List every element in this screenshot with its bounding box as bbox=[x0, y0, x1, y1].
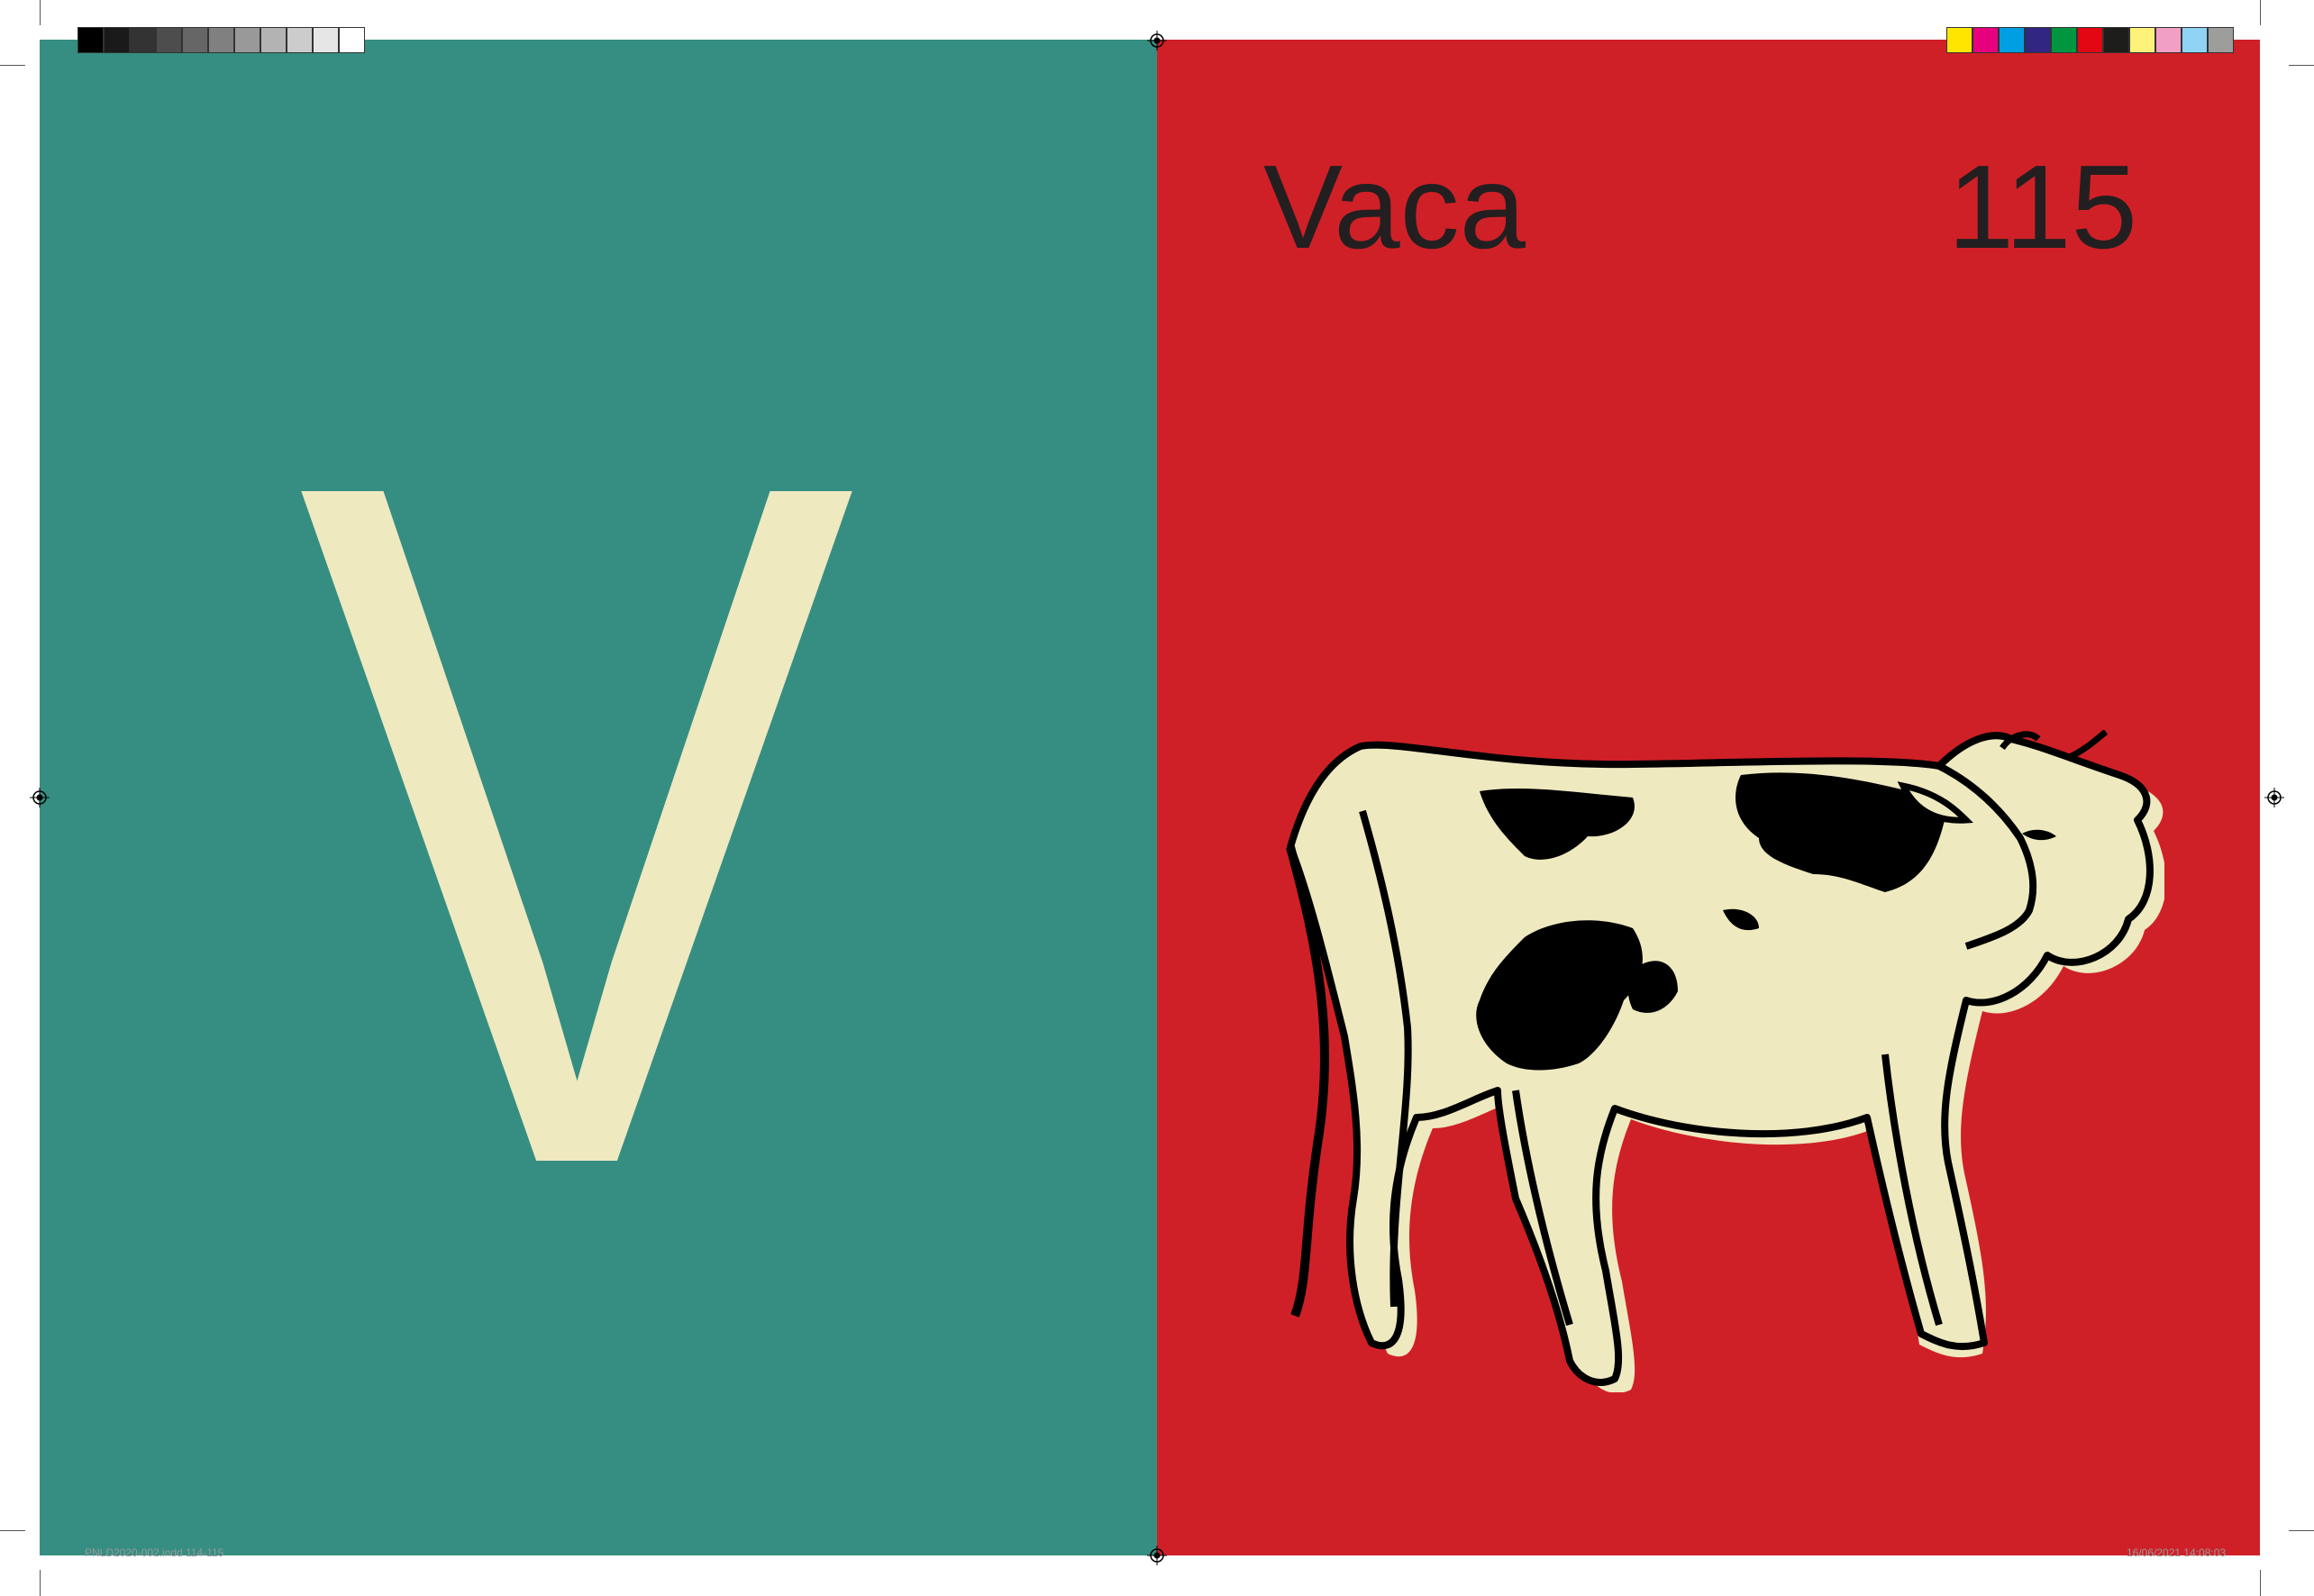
swatch bbox=[182, 27, 208, 53]
swatch bbox=[1972, 27, 1999, 53]
crop-mark bbox=[0, 1530, 25, 1531]
registration-mark-icon bbox=[30, 788, 50, 807]
swatch bbox=[2051, 27, 2077, 53]
swatch bbox=[2077, 27, 2103, 53]
registration-mark-icon bbox=[2264, 788, 2284, 807]
swatch bbox=[313, 27, 339, 53]
crop-mark bbox=[40, 1570, 41, 1596]
swatch bbox=[156, 27, 182, 53]
swatch bbox=[1946, 27, 1972, 53]
registration-mark-icon bbox=[1147, 31, 1167, 50]
slug-file-info: PNLD2020-002.indd 114-115 bbox=[85, 1546, 224, 1559]
swatch bbox=[1999, 27, 2025, 53]
swatch bbox=[2025, 27, 2051, 53]
swatch bbox=[2182, 27, 2208, 53]
cow-body bbox=[1287, 732, 2154, 1386]
slug-timestamp: 16/06/2021 14:08:03 bbox=[2127, 1546, 2227, 1559]
swatch bbox=[208, 27, 234, 53]
left-page: V bbox=[40, 40, 1157, 1555]
page-number: 115 bbox=[1947, 141, 2137, 273]
crop-mark bbox=[2289, 1530, 2314, 1531]
swatch bbox=[287, 27, 313, 53]
swatch bbox=[77, 27, 104, 53]
cow-illustration bbox=[1286, 730, 2164, 1392]
crop-mark bbox=[2260, 0, 2261, 25]
swatch bbox=[234, 27, 260, 53]
process-color-bar bbox=[1946, 27, 2234, 53]
crop-mark bbox=[2289, 65, 2314, 66]
swatch bbox=[2103, 27, 2129, 53]
swatch bbox=[130, 27, 156, 53]
crop-mark bbox=[40, 0, 41, 25]
swatch bbox=[2208, 27, 2234, 53]
swatch bbox=[104, 27, 130, 53]
alphabet-letter: V bbox=[297, 279, 856, 1367]
swatch bbox=[339, 27, 365, 53]
registration-mark-icon bbox=[1147, 1546, 1167, 1565]
grayscale-color-bar bbox=[77, 27, 365, 53]
swatch bbox=[260, 27, 287, 53]
crop-mark bbox=[2260, 1570, 2261, 1596]
swatch bbox=[2129, 27, 2155, 53]
swatch bbox=[2155, 27, 2182, 53]
word-title: Vaca bbox=[1263, 141, 1526, 273]
crop-mark bbox=[0, 65, 25, 66]
